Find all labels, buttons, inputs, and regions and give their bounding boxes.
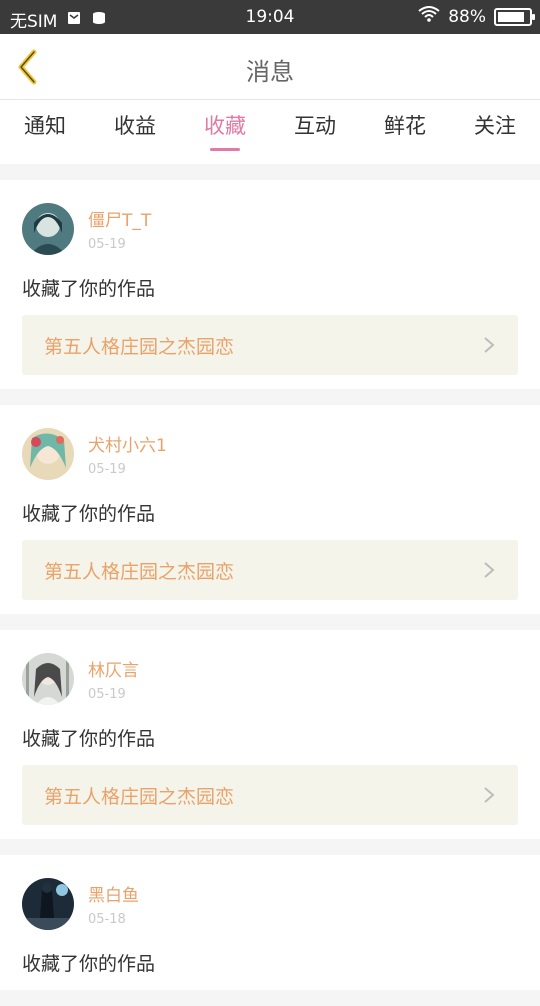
page-title: 消息	[246, 58, 294, 86]
list-item: 僵尸T_T 05-19 收藏了你的作品 第五人格庄园之杰园恋	[0, 180, 540, 389]
timestamp: 05-19	[88, 237, 126, 252]
list-item: 黑白鱼 05-18 收藏了你的作品	[0, 855, 540, 990]
timestamp: 05-18	[88, 912, 126, 927]
active-tab-indicator	[210, 148, 240, 151]
work-link[interactable]: 第五人格庄园之杰园恋	[22, 315, 518, 375]
avatar[interactable]	[22, 428, 74, 480]
work-link[interactable]: 第五人格庄园之杰园恋	[22, 540, 518, 600]
tab-interaction[interactable]: 互动	[270, 110, 360, 140]
tab-label: 互动	[294, 114, 336, 138]
avatar[interactable]	[22, 203, 74, 255]
tab-label: 鲜花	[384, 114, 426, 138]
list-item: 林仄言 05-19 收藏了你的作品 第五人格庄园之杰园恋	[0, 630, 540, 839]
user-name[interactable]: 林仄言	[88, 656, 139, 681]
work-link[interactable]: 第五人格庄园之杰园恋	[22, 765, 518, 825]
work-title: 第五人格庄园之杰园恋	[44, 785, 235, 808]
message-text: 收藏了你的作品	[22, 503, 156, 525]
message-list: 僵尸T_T 05-19 收藏了你的作品 第五人格庄园之杰园恋 犬村小六1 05-…	[0, 180, 540, 1006]
tab-earnings[interactable]: 收益	[90, 110, 180, 140]
timestamp: 05-19	[88, 687, 126, 702]
battery-percent: 88%	[448, 6, 486, 27]
message-text: 收藏了你的作品	[22, 728, 156, 750]
timestamp: 05-19	[88, 462, 126, 477]
avatar[interactable]	[22, 878, 74, 930]
tab-label: 关注	[474, 114, 516, 138]
avatar[interactable]	[22, 653, 74, 705]
tab-label: 收藏	[204, 114, 246, 138]
work-title: 第五人格庄园之杰园恋	[44, 560, 235, 583]
work-title: 第五人格庄园之杰园恋	[44, 335, 235, 358]
user-name[interactable]: 僵尸T_T	[88, 206, 151, 231]
user-name[interactable]: 犬村小六1	[88, 431, 167, 456]
battery-icon	[494, 7, 535, 26]
message-text: 收藏了你的作品	[22, 953, 156, 975]
header: 消息	[0, 34, 540, 100]
chevron-right-icon	[484, 787, 495, 803]
tab-favorites[interactable]: 收藏	[180, 110, 270, 151]
message-text: 收藏了你的作品	[22, 278, 156, 300]
tab-label: 通知	[24, 114, 66, 138]
tab-bar: 通知 收益 收藏 互动 鲜花 关注	[0, 100, 540, 164]
user-name[interactable]: 黑白鱼	[88, 881, 139, 906]
tab-notify[interactable]: 通知	[0, 110, 90, 140]
status-bar: 无SIM 19:04 88%	[0, 0, 540, 34]
tab-label: 收益	[114, 114, 156, 138]
chevron-right-icon	[484, 562, 495, 578]
list-item: 犬村小六1 05-19 收藏了你的作品 第五人格庄园之杰园恋	[0, 405, 540, 614]
tab-flowers[interactable]: 鲜花	[360, 110, 450, 140]
chevron-right-icon	[484, 337, 495, 353]
wifi-icon	[418, 6, 440, 27]
tab-follow[interactable]: 关注	[450, 110, 540, 140]
